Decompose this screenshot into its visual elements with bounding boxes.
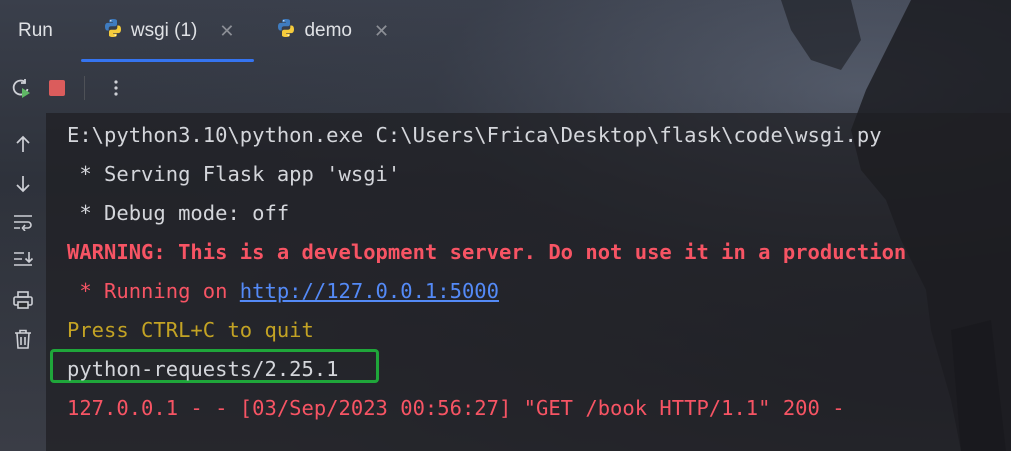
- rerun-button[interactable]: [6, 73, 36, 103]
- run-panel-tabbar: Run wsgi (1) ✕ demo ✕: [0, 0, 1011, 62]
- console-line-running: * Running on http://127.0.0.1:5000: [67, 278, 499, 304]
- tab-demo[interactable]: demo ✕: [254, 0, 409, 62]
- run-toolbar: [0, 66, 131, 110]
- stop-icon: [49, 80, 65, 96]
- scroll-to-end-icon: [14, 252, 34, 266]
- console-line-warning: WARNING: This is a development server. D…: [67, 240, 907, 264]
- python-icon: [276, 18, 296, 44]
- print-icon: [13, 291, 33, 309]
- soft-wrap-icon: [14, 215, 32, 231]
- console-line-quit-hint: Press CTRL+C to quit: [67, 318, 314, 342]
- python-icon: [103, 18, 123, 44]
- arrow-up-icon: [16, 135, 30, 152]
- toolbar-separator: [84, 76, 85, 100]
- rerun-icon: [12, 79, 30, 98]
- running-prefix: * Running on: [67, 279, 240, 303]
- tab-label: demo: [304, 20, 352, 41]
- scroll-to-end-button[interactable]: [8, 245, 38, 275]
- print-button[interactable]: [8, 285, 38, 315]
- console-line-user-agent: python-requests/2.25.1: [67, 357, 339, 381]
- more-vertical-icon: [114, 80, 118, 96]
- up-stack-button[interactable]: [8, 129, 38, 159]
- run-panel-title: Run: [18, 20, 53, 41]
- more-options-button[interactable]: [101, 73, 131, 103]
- soft-wrap-button[interactable]: [8, 207, 38, 237]
- server-url-link[interactable]: http://127.0.0.1:5000: [240, 279, 499, 303]
- clear-all-button[interactable]: [8, 324, 38, 354]
- stop-button[interactable]: [42, 73, 72, 103]
- close-icon[interactable]: ✕: [219, 21, 234, 42]
- console-line-serving: * Serving Flask app 'wsgi': [67, 162, 401, 186]
- console-line-debug: * Debug mode: off: [67, 201, 290, 225]
- close-icon[interactable]: ✕: [374, 21, 389, 42]
- tab-label: wsgi (1): [130, 20, 198, 41]
- console-output[interactable]: E:\python3.10\python.exe C:\Users\Frica\…: [46, 113, 1011, 451]
- console-line-command: E:\python3.10\python.exe C:\Users\Frica\…: [67, 123, 882, 147]
- trash-icon: [15, 329, 31, 349]
- console-side-toolbar: [0, 113, 46, 451]
- down-stack-button[interactable]: [8, 169, 38, 199]
- console-line-access-log: 127.0.0.1 - - [03/Sep/2023 00:56:27] "GE…: [67, 396, 845, 420]
- tab-wsgi[interactable]: wsgi (1) ✕: [80, 0, 255, 62]
- arrow-down-icon: [16, 176, 30, 193]
